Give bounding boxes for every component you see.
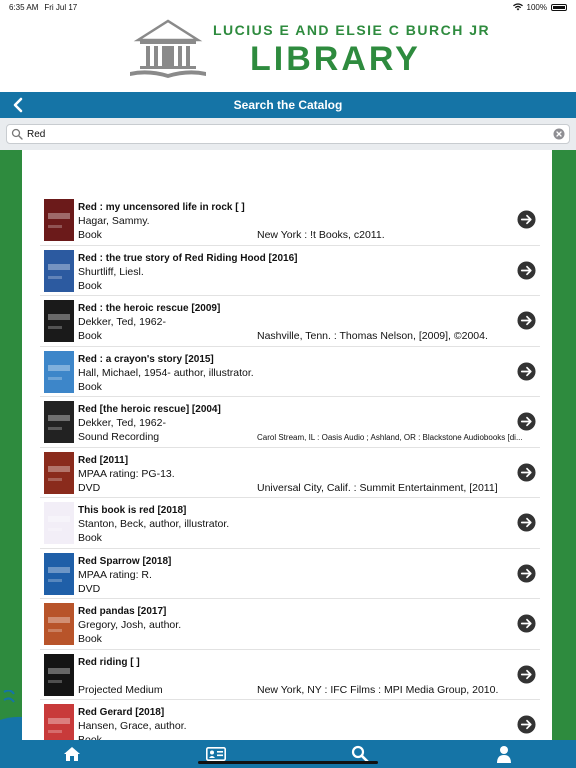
arrow-right-circle-icon[interactable] [517,664,536,684]
result-format: Book [78,330,102,342]
cover-thumbnail [44,300,74,342]
result-row[interactable]: Red Gerard [2018] Hansen, Grace, author.… [40,700,540,740]
home-icon [64,747,80,761]
chevron-left-icon [13,97,23,113]
arrow-right-circle-icon[interactable] [517,715,536,734]
library-header: LUCIUS E AND ELSIE C BURCH JR LIBRARY [0,14,576,92]
cover-thumbnail [44,704,74,740]
result-author: MPAA rating: R. [78,568,152,581]
result-author: Dekker, Ted, 1962- [78,316,166,328]
arrow-right-circle-icon[interactable] [517,311,536,330]
result-title: Red : the true story of Red Riding Hood … [78,252,298,264]
arrow-right-circle-icon[interactable] [517,260,536,280]
cover-thumbnail [44,401,74,443]
library-building-icon [130,19,206,78]
result-title: This book is red [2018] [78,505,187,516]
tab-account[interactable] [432,740,576,768]
result-row[interactable]: Red Sparrow [2018] MPAA rating: R. DVD [40,549,540,599]
result-title: Red [2011] [78,454,129,466]
home-indicator [198,761,378,764]
wifi-icon [512,3,523,11]
result-author: Hall, Michael, 1954- author, illustrator… [78,366,254,379]
result-format: Book [78,229,102,241]
result-row[interactable]: Red [2011] MPAA rating: PG-13. DVD Unive… [40,448,540,498]
result-author: Dekker, Ted, 1962- [78,417,166,429]
arrow-right-circle-icon[interactable] [517,563,536,583]
result-format: Book [78,532,102,544]
arrow-right-circle-icon[interactable] [517,210,536,229]
clear-search-icon[interactable] [553,128,565,140]
cover-thumbnail [44,653,74,696]
result-row[interactable]: Red : a crayon's story [2015] Hall, Mich… [40,347,540,397]
result-author: Stanton, Beck, author, illustrator. [78,518,230,530]
result-publisher: New York : !t Books, c2011. [257,229,385,241]
library-card-icon [206,747,226,761]
cover-thumbnail [44,502,74,544]
cover-thumbnail [44,249,74,292]
result-row[interactable]: Red : the heroic rescue [2009] Dekker, T… [40,296,540,347]
battery-icon [551,3,567,11]
search-box [6,124,570,144]
cover-thumbnail [44,603,74,645]
results-list: Red : my uncensored life in rock [ ] Hag… [40,195,540,740]
arrow-right-circle-icon[interactable] [517,462,536,482]
search-bar [0,118,576,150]
title-bar: Search the Catalog [0,92,576,118]
result-row[interactable]: Red [the heroic rescue] [2004] Dekker, T… [40,397,540,448]
result-title: Red Sparrow [2018] [78,555,172,567]
arrow-right-circle-icon[interactable] [517,361,536,381]
cover-thumbnail [44,552,74,595]
results-panel: Red : my uncensored life in rock [ ] Hag… [22,150,552,740]
result-row[interactable]: Red pandas [2017] Gregory, Josh, author.… [40,599,540,650]
tab-home[interactable] [0,740,144,768]
result-format: DVD [78,582,101,595]
result-publisher: New York, NY : IFC Films : MPI Media Gro… [257,683,499,696]
result-title: Red Gerard [2018] [78,707,165,718]
result-title: Red [the heroic rescue] [2004] [78,404,221,415]
result-author: Hansen, Grace, author. [78,720,187,732]
result-row[interactable]: Red : my uncensored life in rock [ ] Hag… [40,195,540,246]
result-format: Book [78,380,102,393]
arrow-right-circle-icon[interactable] [517,614,536,633]
result-format: Projected Medium [78,683,163,696]
status-time: 6:35 AM [9,2,39,12]
arrow-right-circle-icon[interactable] [517,412,536,431]
result-format: Book [78,279,102,292]
result-row[interactable]: Red : the true story of Red Riding Hood … [40,246,540,296]
search-icon [11,128,23,140]
result-format: Sound Recording [78,431,160,443]
cover-thumbnail [44,350,74,393]
result-author: Shurtliff, Liesl. [78,265,144,278]
result-title: Red : the heroic rescue [2009] [78,303,221,314]
result-format: DVD [78,481,101,494]
result-row[interactable]: This book is red [2018] Stanton, Beck, a… [40,498,540,549]
result-author: Gregory, Josh, author. [78,619,182,631]
status-date: Fri Jul 17 [44,2,78,12]
library-name-line1: LUCIUS E AND ELSIE C BURCH JR [213,22,491,38]
result-title: Red pandas [2017] [78,606,167,617]
status-bar: 6:35 AM Fri Jul 17 100% [0,0,576,14]
arrow-right-circle-icon[interactable] [517,513,536,532]
back-button[interactable] [8,95,28,115]
result-row[interactable]: Red riding [ ] Projected Medium New York… [40,650,540,700]
result-title: Red riding [ ] [78,656,140,668]
person-icon [497,746,511,763]
cover-thumbnail [44,199,74,241]
result-author: MPAA rating: PG-13. [78,467,175,480]
page-title: Search the Catalog [233,98,343,112]
library-name-line2: LIBRARY [250,40,421,78]
result-publisher: Universal City, Calif. : Summit Entertai… [257,481,498,494]
battery-percent: 100% [526,2,547,12]
result-title: Red : my uncensored life in rock [ ] [78,202,245,213]
cover-thumbnail [44,451,74,494]
search-input[interactable] [27,126,549,142]
result-author: Hagar, Sammy. [78,215,150,227]
result-publisher: Carol Stream, IL : Oasis Audio ; Ashland… [257,433,523,442]
result-format: Book [78,633,102,645]
result-publisher: Nashville, Tenn. : Thomas Nelson, [2009]… [257,330,488,342]
result-title: Red : a crayon's story [2015] [78,353,214,365]
